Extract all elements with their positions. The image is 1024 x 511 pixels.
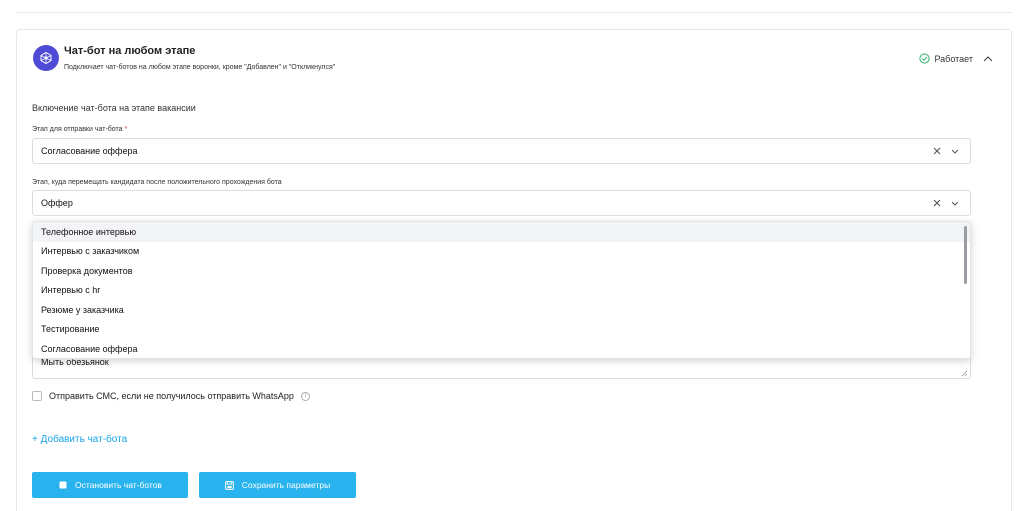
dropdown-option[interactable]: Тестирование bbox=[33, 320, 970, 340]
move-stage-select[interactable]: Оффер bbox=[32, 190, 971, 216]
sms-label: Отправить СМС, если не получилось отправ… bbox=[49, 391, 294, 401]
chevron-down-icon[interactable] bbox=[948, 144, 962, 158]
card-title: Чат-бот на любом этапе bbox=[64, 45, 196, 57]
card-description: Подключает чат-ботов на любом этапе воро… bbox=[64, 64, 336, 71]
stop-bots-button[interactable]: Остановить чат-ботов bbox=[32, 472, 188, 498]
close-icon[interactable] bbox=[930, 196, 944, 210]
dropdown-option[interactable]: Проверка документов bbox=[33, 261, 970, 281]
chevron-up-icon[interactable] bbox=[981, 52, 995, 66]
stop-square-icon bbox=[58, 481, 67, 490]
info-icon[interactable]: i bbox=[300, 391, 310, 401]
stop-bots-label: Остановить чат-ботов bbox=[75, 480, 162, 490]
bot-avatar bbox=[33, 45, 59, 71]
close-icon[interactable] bbox=[930, 144, 944, 158]
move-stage-value: Оффер bbox=[41, 198, 73, 208]
section-title: Включение чат-бота на этапе вакансии bbox=[32, 103, 196, 113]
status-text: Работает bbox=[934, 53, 973, 64]
save-icon bbox=[224, 480, 234, 490]
save-params-button[interactable]: Сохранить параметры bbox=[199, 472, 356, 498]
sms-option[interactable]: Отправить СМС, если не получилось отправ… bbox=[32, 391, 310, 401]
dropdown-option[interactable]: Интервью с заказчиком bbox=[33, 242, 970, 262]
dropdown-option[interactable]: Телефонное интервью bbox=[33, 222, 970, 242]
dropdown-option[interactable]: Согласование оффера bbox=[33, 339, 970, 358]
add-bot-link[interactable]: + Добавить чат-бота bbox=[32, 434, 127, 445]
save-params-label: Сохранить параметры bbox=[241, 480, 331, 490]
bot-network-icon bbox=[39, 51, 53, 65]
move-stage-label: Этап, куда перемещать кандидата после по… bbox=[32, 179, 282, 186]
send-stage-label: Этап для отправки чат-бота * bbox=[32, 126, 127, 133]
status-badge: Работает bbox=[919, 53, 973, 64]
send-stage-label-text: Этап для отправки чат-бота bbox=[32, 126, 123, 133]
resize-handle-icon[interactable] bbox=[961, 369, 968, 377]
stage-dropdown-menu[interactable]: Телефонное интервью Интервью с заказчико… bbox=[32, 221, 971, 359]
dropdown-option[interactable]: Интервью с hr bbox=[33, 281, 970, 301]
check-circle-icon bbox=[919, 53, 931, 64]
sms-checkbox[interactable] bbox=[32, 391, 42, 401]
required-mark: * bbox=[124, 126, 128, 133]
send-stage-select[interactable]: Согласование оффера bbox=[32, 138, 971, 164]
dropdown-scrollbar[interactable] bbox=[964, 226, 967, 284]
chevron-down-icon[interactable] bbox=[948, 196, 962, 210]
send-stage-value: Согласование оффера bbox=[41, 146, 138, 156]
top-divider bbox=[16, 12, 1012, 13]
dropdown-option[interactable]: Резюме у заказчика bbox=[33, 300, 970, 320]
